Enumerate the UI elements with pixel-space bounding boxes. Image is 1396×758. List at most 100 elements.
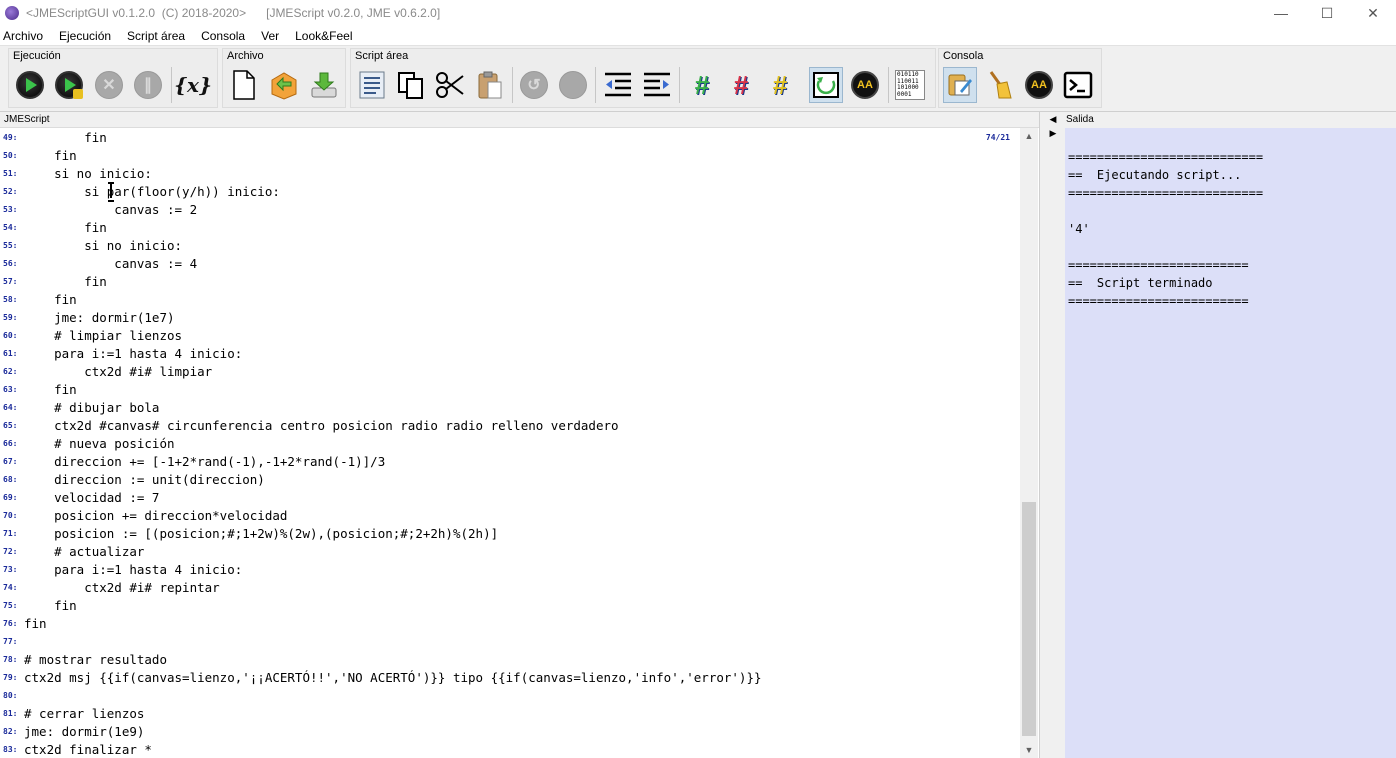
code-line[interactable]: 59: jme: dormir(1e7) (0, 308, 1020, 326)
code-line[interactable]: 77: (0, 632, 1020, 650)
code-line[interactable]: 79: ctx2d msj {{if(canvas=lienzo,'¡¡ACERT… (0, 668, 1020, 686)
editor-scrollbar[interactable]: ▲ ▼ (1020, 128, 1038, 758)
indent-button[interactable] (640, 67, 674, 103)
comment-toggle-button[interactable]: # (763, 67, 797, 103)
paste-button[interactable] (473, 67, 507, 103)
scroll-thumb[interactable] (1022, 502, 1036, 736)
code-line[interactable]: 58: fin (0, 290, 1020, 308)
code-text: si no inicio: (24, 165, 152, 181)
code-line[interactable]: 55: si no inicio: (0, 236, 1020, 254)
collapse-right-icon[interactable]: ▶ (1046, 126, 1060, 140)
code-line[interactable]: 73: para i:=1 hasta 4 inicio: (0, 560, 1020, 578)
stop-icon: ✕ (95, 71, 123, 99)
output-console[interactable]: =========================== == Ejecutando… (1065, 128, 1396, 758)
font-size-button[interactable]: AA (848, 67, 882, 103)
code-text: # dibujar bola (24, 399, 160, 415)
run-debug-button[interactable] (52, 67, 86, 103)
line-number: 72: (3, 546, 18, 556)
code-line[interactable]: 60: # limpiar lienzos (0, 326, 1020, 344)
pause-button[interactable]: ∥ (131, 67, 165, 103)
console-font-button[interactable]: AA (1022, 67, 1056, 103)
code-line[interactable]: 71: posicion := [(posicion;#;1+2w)%(2w),… (0, 524, 1020, 542)
code-line[interactable]: 62: ctx2d #i# limpiar (0, 362, 1020, 380)
code-text: direccion += [-1+2*rand(-1),-1+2*rand(-1… (24, 453, 386, 469)
variables-button[interactable]: {x} (174, 67, 212, 103)
line-number: 70: (3, 510, 18, 520)
copy-button[interactable] (394, 67, 428, 103)
code-line[interactable]: 56: canvas := 4 (0, 254, 1020, 272)
code-line[interactable]: 66: # nueva posición (0, 434, 1020, 452)
line-number: 58: (3, 294, 18, 304)
indent-icon (644, 72, 670, 97)
cut-button[interactable] (433, 67, 467, 103)
menu-ejecucion[interactable]: Ejecución (59, 29, 119, 43)
code-editor[interactable]: 74/21 49: fin 50: fin 51: si no inicio: 52:… (0, 128, 1020, 758)
code-line[interactable]: 57: fin (0, 272, 1020, 290)
terminal-icon (1063, 71, 1093, 99)
code-text: velocidad := 7 (24, 489, 160, 505)
code-line[interactable]: 49: fin (0, 128, 1020, 146)
comment-red-button[interactable]: # (724, 67, 758, 103)
code-line[interactable]: 74: ctx2d #i# repintar (0, 578, 1020, 596)
code-line[interactable]: 53: canvas := 2 (0, 200, 1020, 218)
code-line[interactable]: 61: para i:=1 hasta 4 inicio: (0, 344, 1020, 362)
scroll-up-icon[interactable]: ▲ (1020, 128, 1038, 144)
group-label-script-area: Script área (355, 50, 409, 62)
code-line[interactable]: 52: si par(floor(y/h)) inicio: (0, 182, 1020, 200)
code-line[interactable]: 64: # dibujar bola (0, 398, 1020, 416)
close-button[interactable]: ✕ (1350, 0, 1396, 26)
code-line[interactable]: 70: posicion += direccion*velocidad (0, 506, 1020, 524)
redo-button[interactable] (556, 67, 590, 103)
maximize-button[interactable]: ☐ (1304, 0, 1350, 26)
code-line[interactable]: 76: fin (0, 614, 1020, 632)
panel-splitter[interactable]: ◀ ▶ (1046, 112, 1060, 758)
menu-archivo[interactable]: Archivo (3, 29, 51, 43)
line-number: 65: (3, 420, 18, 430)
code-line[interactable]: 50: fin (0, 146, 1020, 164)
code-line[interactable]: 63: fin (0, 380, 1020, 398)
toolbar-separator (171, 67, 172, 103)
wrap-toggle-button[interactable] (809, 67, 843, 103)
select-all-button[interactable] (355, 67, 389, 103)
menu-look-and-feel[interactable]: Look&Feel (295, 29, 360, 43)
toolbar: Ejecución ✕ ∥ {x} Archivo Script área ↺ … (0, 46, 1396, 112)
code-line[interactable]: 75: fin (0, 596, 1020, 614)
code-line[interactable]: 69: velocidad := 7 (0, 488, 1020, 506)
binary-view-button[interactable]: 010110 110011 101000 0001 (893, 67, 927, 103)
scroll-down-icon[interactable]: ▼ (1020, 742, 1038, 758)
console-clear-button[interactable] (982, 67, 1016, 103)
code-line[interactable]: 72: # actualizar (0, 542, 1020, 560)
open-file-button[interactable] (267, 67, 301, 103)
new-file-icon (233, 70, 255, 100)
code-line[interactable]: 81: # cerrar lienzos (0, 704, 1020, 722)
console-copy-button[interactable] (943, 67, 977, 103)
code-line[interactable]: 54: fin (0, 218, 1020, 236)
menu-ver[interactable]: Ver (261, 29, 287, 43)
line-number: 76: (3, 618, 18, 628)
code-line[interactable]: 65: ctx2d #canvas# circunferencia centro… (0, 416, 1020, 434)
menu-script-area[interactable]: Script área (127, 29, 193, 43)
unindent-button[interactable] (601, 67, 635, 103)
stop-button[interactable]: ✕ (92, 67, 126, 103)
line-number: 68: (3, 474, 18, 484)
code-line[interactable]: 78: # mostrar resultado (0, 650, 1020, 668)
code-line[interactable]: 82: jme: dormir(1e9) (0, 722, 1020, 740)
undo-button[interactable]: ↺ (517, 67, 551, 103)
code-line[interactable]: 51: si no inicio: (0, 164, 1020, 182)
menu-consola[interactable]: Consola (201, 29, 253, 43)
save-file-button[interactable] (307, 67, 341, 103)
run-button[interactable] (13, 67, 47, 103)
minimize-button[interactable]: — (1258, 0, 1304, 26)
code-line[interactable]: 67: direccion += [-1+2*rand(-1),-1+2*ran… (0, 452, 1020, 470)
output-line: == Ejecutando script... (1068, 168, 1242, 182)
comment-green-button[interactable]: # (685, 67, 719, 103)
new-file-button[interactable] (227, 67, 261, 103)
editor-panel: JMEScript 74/21 49: fin 50: fin 51: si no … (0, 112, 1040, 758)
code-line[interactable]: 68: direccion := unit(direccion) (0, 470, 1020, 488)
code-line[interactable]: 83: ctx2d finalizar * (0, 740, 1020, 758)
title-bar: <JMEScriptGUI v0.1.2.0 (C) 2018-2020> [J… (0, 0, 1396, 26)
code-line[interactable]: 80: (0, 686, 1020, 704)
code-text: ctx2d #i# repintar (24, 579, 220, 595)
terminal-button[interactable] (1061, 67, 1095, 103)
collapse-left-icon[interactable]: ◀ (1046, 112, 1060, 126)
